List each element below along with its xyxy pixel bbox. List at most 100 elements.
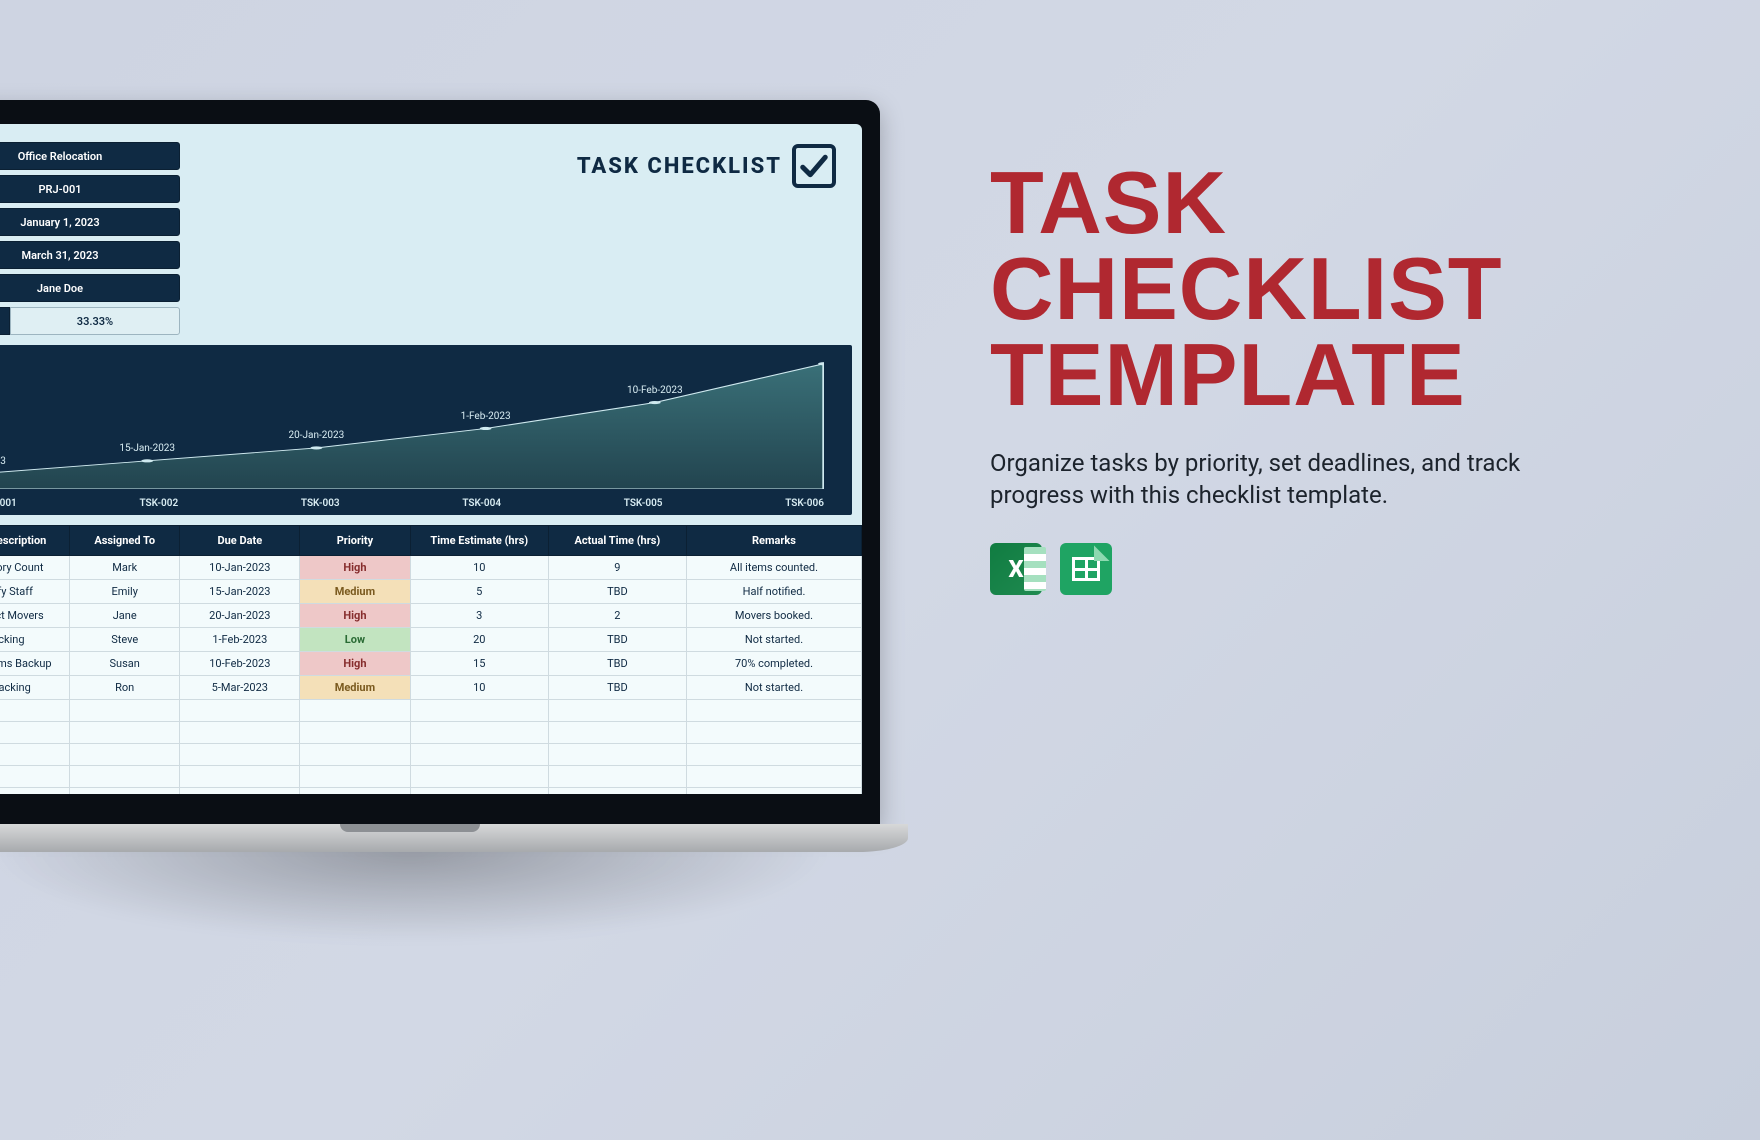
table-cell: 15 (410, 652, 548, 676)
table-cell: 10 (410, 676, 548, 700)
table-cell (410, 700, 548, 722)
table-column-header: Remarks (686, 526, 861, 556)
chart-x-axis: TSK-001TSK-002TSK-003TSK-004TSK-005TSK-0… (0, 498, 824, 509)
table-cell (548, 700, 686, 722)
table-cell: 10-Feb-2023 (180, 652, 300, 676)
project-name-pill: Office Relocation (0, 142, 180, 170)
table-cell (180, 700, 300, 722)
chart-x-tick: TSK-003 (301, 498, 340, 509)
checklist-title-block: TASK CHECKLIST (577, 144, 836, 188)
table-header-row: Task DescriptionAssigned ToDue DatePrior… (0, 526, 862, 556)
table-column-header: Time Estimate (hrs) (410, 526, 548, 556)
table-cell: TBD (548, 652, 686, 676)
table-cell: 5 (410, 580, 548, 604)
checkmark-icon (792, 144, 836, 188)
table-row: PackingSteve1-Feb-2023Low20TBDNot starte… (0, 628, 862, 652)
table-cell (0, 722, 69, 744)
table-cell (410, 788, 548, 795)
table-cell (180, 722, 300, 744)
table-cell (300, 766, 411, 788)
table-cell: 10 (410, 556, 548, 580)
table-cell: TBD (548, 676, 686, 700)
table-cell (180, 766, 300, 788)
header-region: Office Relocation PRJ-001 January 1, 202… (0, 124, 862, 335)
chart-plot-area: 10-Jan-202315-Jan-202320-Jan-20231-Feb-2… (0, 355, 824, 489)
table-cell: Unpacking (0, 676, 69, 700)
headline-line-2: CHECKLIST (990, 246, 1640, 332)
progress-indicator: 33.33% (0, 307, 180, 335)
table-row: Contact MoversJane20-Jan-2023High32Mover… (0, 604, 862, 628)
table-cell: TBD (548, 580, 686, 604)
table-cell: 70% completed. (686, 652, 861, 676)
excel-icon: X (990, 543, 1042, 595)
chart-x-tick: TSK-002 (139, 498, 178, 509)
table-cell: Not started. (686, 676, 861, 700)
table-row-empty (0, 788, 862, 795)
table-cell: Half notified. (686, 580, 861, 604)
table-cell (69, 788, 180, 795)
table-cell: Low (300, 628, 411, 652)
google-sheets-icon (1060, 543, 1112, 595)
table-cell: IT Systems Backup (0, 652, 69, 676)
table-cell: High (300, 556, 411, 580)
chart-point-label: 1-Feb-2023 (461, 411, 511, 422)
marketing-panel: TASK CHECKLIST TEMPLATE Organize tasks b… (990, 160, 1640, 595)
table-row-empty (0, 766, 862, 788)
table-cell: 20 (410, 628, 548, 652)
table-cell (548, 788, 686, 795)
table-column-header: Actual Time (hrs) (548, 526, 686, 556)
table-cell: High (300, 604, 411, 628)
project-id-pill: PRJ-001 (0, 175, 180, 203)
table-cell: 20-Jan-2023 (180, 604, 300, 628)
table-cell (0, 766, 69, 788)
table-column-header: Due Date (180, 526, 300, 556)
laptop-screen: Office Relocation PRJ-001 January 1, 202… (0, 124, 862, 794)
headline: TASK CHECKLIST TEMPLATE (990, 160, 1640, 419)
start-date-pill: January 1, 2023 (0, 208, 180, 236)
table-cell: Ron (69, 676, 180, 700)
table-cell: 15-Jan-2023 (180, 580, 300, 604)
table-column-header: Assigned To (69, 526, 180, 556)
table-cell: Movers booked. (686, 604, 861, 628)
table-cell: Steve (69, 628, 180, 652)
table-cell: 5-Mar-2023 (180, 676, 300, 700)
table-row: Notify StaffEmily15-Jan-2023Medium5TBDHa… (0, 580, 862, 604)
owner-pill: Jane Doe (0, 274, 180, 302)
progress-percent-label: 33.33% (10, 307, 180, 335)
table-cell: Medium (300, 676, 411, 700)
table-cell (180, 744, 300, 766)
table-cell (69, 766, 180, 788)
table-cell: 10-Jan-2023 (180, 556, 300, 580)
chart-x-tick: TSK-006 (785, 498, 824, 509)
end-date-pill: March 31, 2023 (0, 241, 180, 269)
table-column-header: Priority (300, 526, 411, 556)
laptop-mockup: Office Relocation PRJ-001 January 1, 202… (0, 100, 880, 852)
table-cell (0, 744, 69, 766)
table-cell (300, 700, 411, 722)
chart-x-tick: TSK-001 (0, 498, 17, 509)
table-row: Inventory CountMark10-Jan-2023High109All… (0, 556, 862, 580)
chart-x-tick: TSK-004 (462, 498, 501, 509)
table-row-empty (0, 700, 862, 722)
table-cell (410, 766, 548, 788)
table-row: IT Systems BackupSusan10-Feb-2023High15T… (0, 652, 862, 676)
chart-point-label: 10-Jan-2023 (0, 456, 6, 467)
laptop-bezel: Office Relocation PRJ-001 January 1, 202… (0, 100, 880, 824)
sheets-grid-glyph (1072, 557, 1100, 581)
table-cell (0, 700, 69, 722)
table-cell: 2 (548, 604, 686, 628)
table-cell: Jane (69, 604, 180, 628)
timeline-chart: 10-Jan-202315-Jan-202320-Jan-20231-Feb-2… (0, 345, 852, 515)
project-meta-column: Office Relocation PRJ-001 January 1, 202… (0, 124, 180, 335)
table-cell (0, 788, 69, 795)
headline-line-1: TASK (990, 160, 1640, 246)
table-cell: 1-Feb-2023 (180, 628, 300, 652)
checklist-title: TASK CHECKLIST (577, 154, 782, 179)
table-cell: Susan (69, 652, 180, 676)
table-body: Inventory CountMark10-Jan-2023High109All… (0, 556, 862, 795)
table-cell (69, 744, 180, 766)
task-table: Task DescriptionAssigned ToDue DatePrior… (0, 525, 862, 794)
table-cell (686, 788, 861, 795)
table-cell (300, 788, 411, 795)
headline-line-3: TEMPLATE (990, 332, 1640, 418)
